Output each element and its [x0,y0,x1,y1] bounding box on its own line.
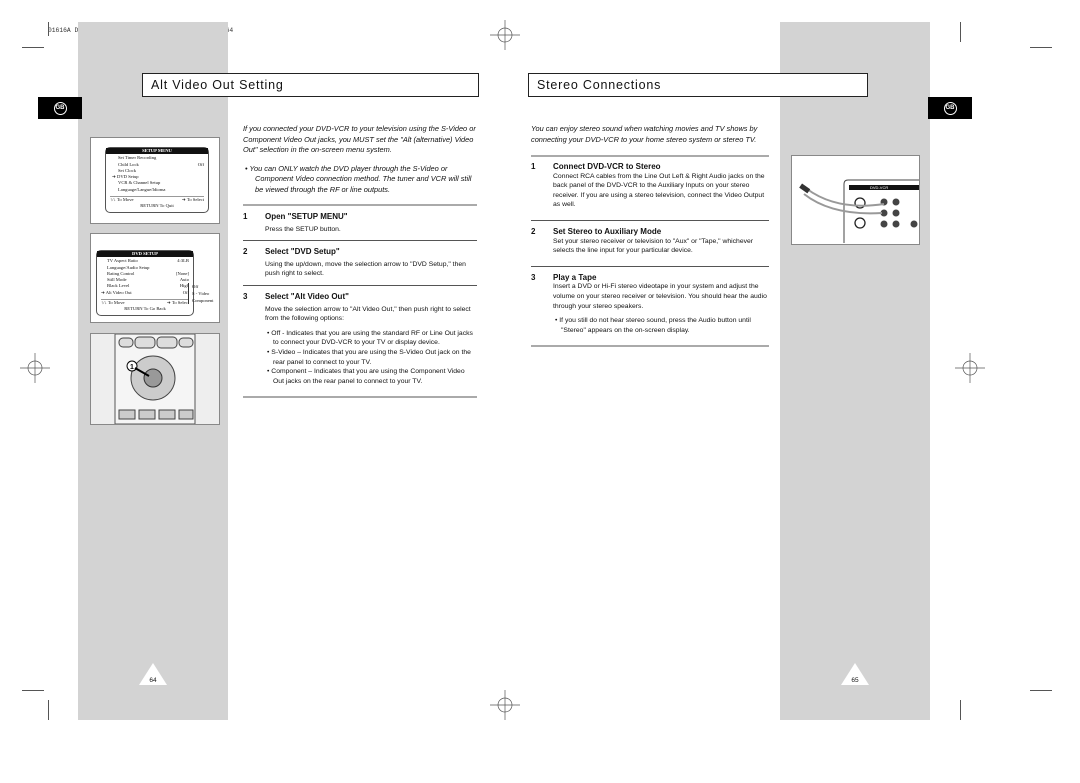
page-number: 64 [149,677,157,684]
crop-mark [48,700,49,720]
crop-mark [48,22,49,36]
alt-video-options: Off S - Video Component [188,283,213,304]
page-number: 65 [851,677,859,684]
registration-mark-icon [20,353,50,383]
rca-cable-connection-icon: DVD-VCR [799,179,919,243]
page-title: Stereo Connections [528,73,868,97]
step-2: 2 Set Stereo to Auxiliary Mode Set your s… [531,226,754,255]
step-2: 2 Select "DVD Setup" Using the up/down, m… [243,247,466,278]
lang-badge: GB [38,97,82,119]
registration-mark-icon [490,20,520,50]
crop-mark [960,700,961,720]
registration-mark-icon [490,690,520,720]
step-1: 1 Open "SETUP MENU" Press the SETUP butto… [243,212,348,233]
rear-panel-connection-image: DVD-VCR [791,155,920,245]
right-margin-band [780,22,930,720]
remote-control-icon: 1 [114,333,196,425]
svg-text:DVD-VCR: DVD-VCR [870,185,888,190]
crop-mark [960,22,961,42]
step-3: 3 Play a Tape Insert a DVD or Hi-Fi stere… [531,272,767,334]
svg-text:1: 1 [130,364,134,371]
crop-mark [1030,690,1052,691]
menu-item: Language/Langue/Idioma [118,186,166,192]
step-3: 3 Select "Alt Video Out" Move the selecti… [243,291,473,385]
lang-badge: GB [928,97,972,119]
setup-menu-screenshot: SETUP MENU Set Timer Recording Child Loc… [90,137,220,224]
intro-text: If you connected your DVD-VCR to your te… [243,124,476,154]
remote-control-image: 1 [90,333,220,425]
crop-mark [22,690,44,691]
page-title: Alt Video Out Setting [142,73,479,97]
note-text: • You can ONLY watch the DVD player thro… [245,163,472,194]
registration-mark-icon [955,353,985,383]
crop-mark [22,47,44,48]
crop-mark [1030,47,1052,48]
dvd-setup-screenshot: DVD SETUP TV Aspect Ratio 4:3LB Language/… [90,233,220,323]
step-1: 1 Connect DVD-VCR to Stereo Connect RCA c… [531,162,765,209]
intro-text: You can enjoy stereo sound when watching… [531,124,758,144]
